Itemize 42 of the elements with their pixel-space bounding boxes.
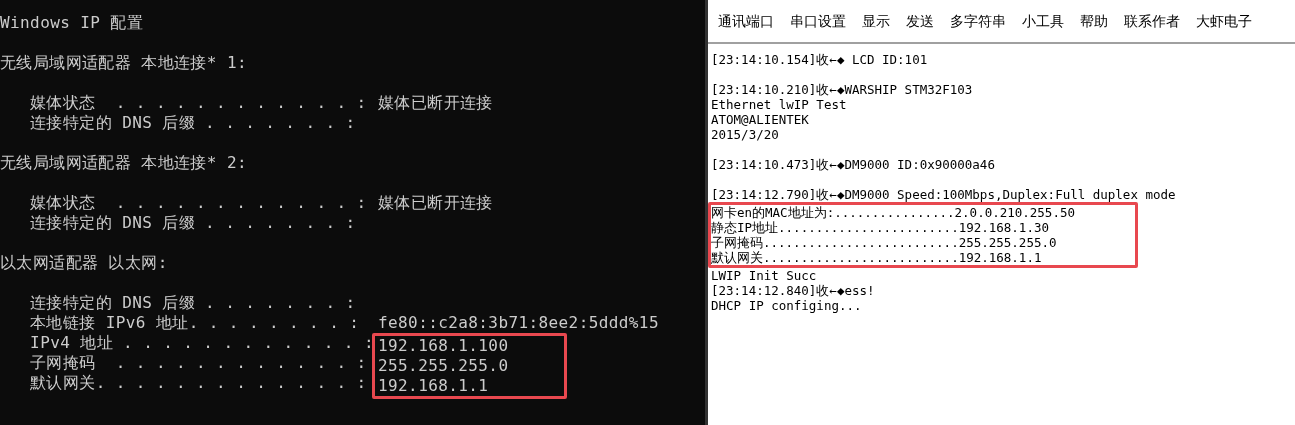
log-line: [23:14:12.790]收←◆DM9000 Speed:100Mbps,Duplex:Full duplex mode	[711, 187, 1176, 202]
log-line: Ethernet lwIP Test	[711, 97, 847, 112]
menu-item[interactable]: 大虾电子	[1196, 10, 1252, 32]
terminal-label: 子网掩码 . . . . . . . . . . . . :	[29, 352, 367, 374]
terminal-line: 无线局域网适配器 本地连接* 1:	[0, 52, 247, 74]
terminal-line: 以太网适配器 以太网:	[0, 252, 168, 274]
log-line: 静态IP地址........................192.168.1.30	[711, 220, 1049, 235]
menu-item[interactable]: 串口设置	[790, 10, 846, 32]
terminal-value: 255.255.255.0	[378, 355, 509, 377]
terminal-value: fe80::c2a8:3b71:8ee2:5ddd%15	[378, 312, 659, 334]
menu-item[interactable]: 通讯端口	[718, 10, 774, 32]
menu-item[interactable]: 多字符串	[950, 10, 1006, 32]
log-line: [23:14:10.210]收←◆WARSHIP STM32F103	[711, 82, 973, 97]
menu-item[interactable]: 帮助	[1080, 10, 1108, 32]
terminal-value: 媒体已断开连接	[378, 92, 493, 114]
menu-item[interactable]: 发送	[906, 10, 934, 32]
log-line: ATOM@ALIENTEK	[711, 112, 809, 127]
log-line: 网卡en的MAC地址为:................2.0.0.210.255.50	[711, 205, 1075, 220]
terminal-label: 连接特定的 DNS 后缀 . . . . . . . :	[29, 212, 356, 234]
terminal-label: IPv4 地址 . . . . . . . . . . . . :	[29, 332, 374, 354]
log-line: 2015/3/20	[711, 127, 779, 142]
terminal-value: 192.168.1.1	[378, 375, 489, 397]
terminal-label: 媒体状态 . . . . . . . . . . . . :	[29, 192, 367, 214]
menu-item[interactable]: 小工具	[1022, 10, 1064, 32]
log-line: 子网掩码..........................255.255.255.0	[711, 235, 1057, 250]
menu-item[interactable]: 联系作者	[1124, 10, 1180, 32]
log-line: [23:14:10.473]收←◆DM9000 ID:0x90000a46	[711, 157, 995, 172]
terminal-line: Windows IP 配置	[0, 12, 144, 34]
log-line: LWIP Init Succ	[711, 268, 817, 283]
terminal-label: 媒体状态 . . . . . . . . . . . . :	[29, 92, 367, 114]
log-line: [23:14:10.154]收←◆ LCD ID:101	[711, 52, 928, 67]
log-line: 默认网关..........................192.168.1.1	[711, 250, 1042, 265]
terminal-label: 连接特定的 DNS 后缀 . . . . . . . :	[29, 112, 356, 134]
log-line: [23:14:12.840]收←◆ess!	[711, 283, 875, 298]
terminal-label: 默认网关. . . . . . . . . . . . . :	[29, 372, 367, 394]
terminal-value: 媒体已断开连接	[378, 192, 493, 214]
terminal-value: 192.168.1.100	[378, 335, 509, 357]
terminal-line: 无线局域网适配器 本地连接* 2:	[0, 152, 247, 174]
log-line: DHCP IP configing...	[711, 298, 862, 313]
terminal-label: 连接特定的 DNS 后缀 . . . . . . . :	[29, 292, 356, 314]
menu-item[interactable]: 显示	[862, 10, 890, 32]
terminal-label: 本地链接 IPv6 地址. . . . . . . . :	[29, 312, 360, 334]
